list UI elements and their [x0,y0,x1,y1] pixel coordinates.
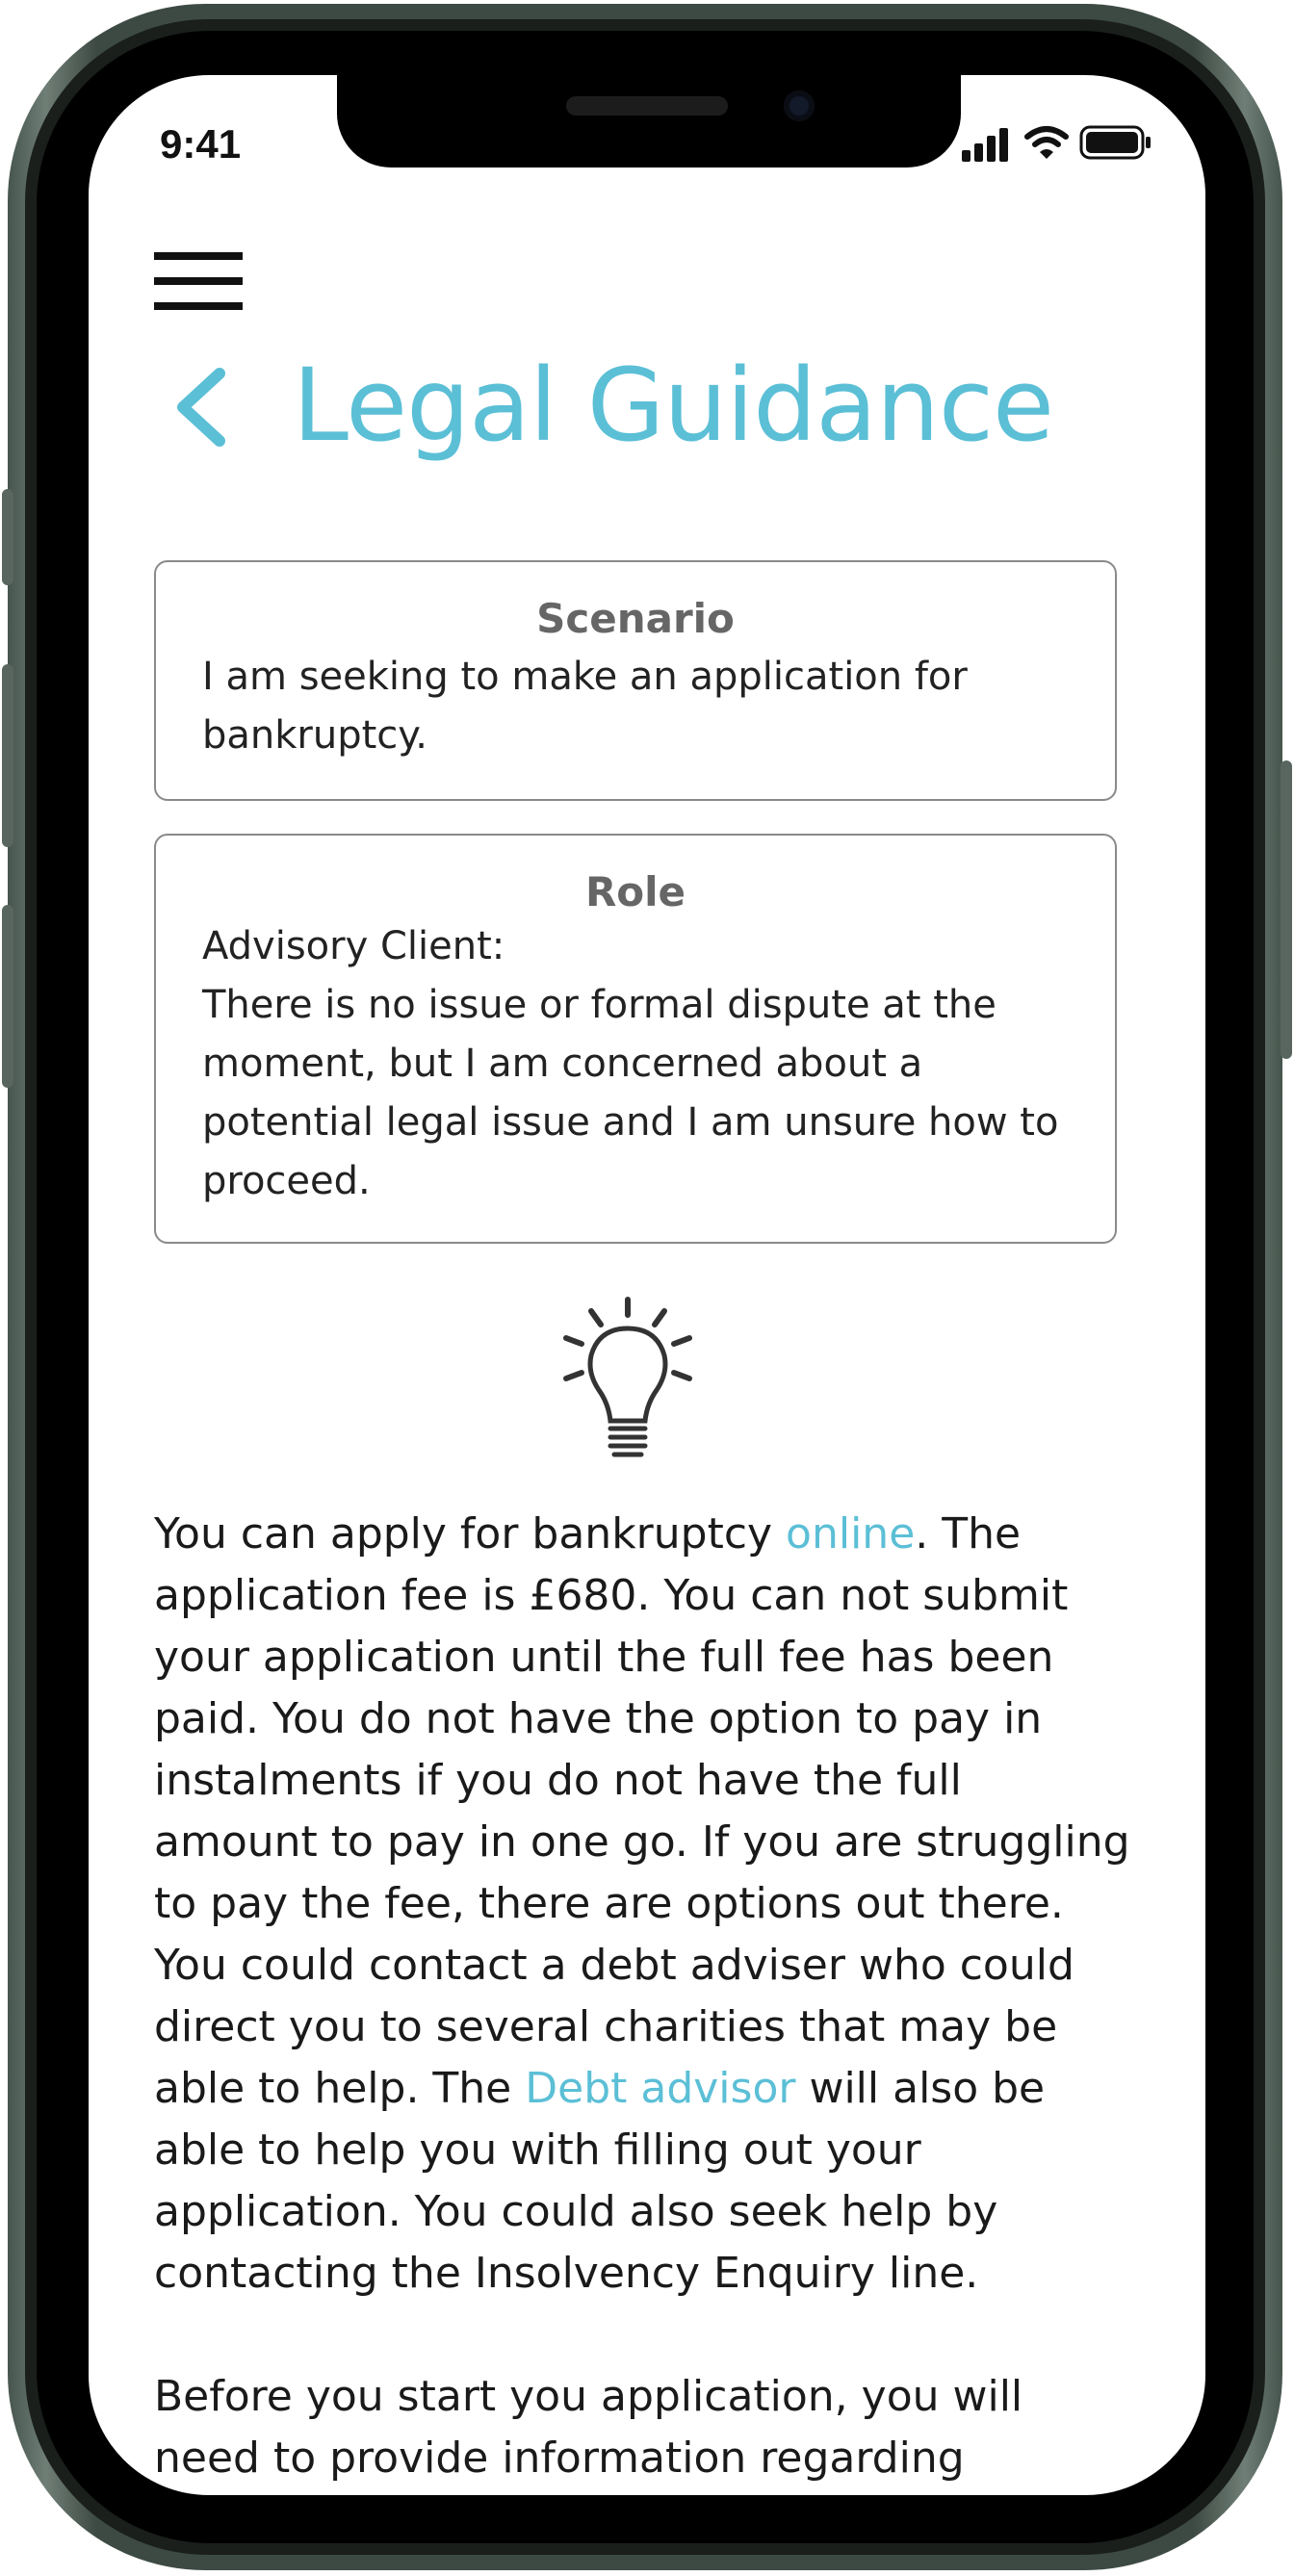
notch [337,75,961,167]
guidance-paragraph-2: Before you start you application, you wi… [154,2372,1023,2483]
battery-icon [1079,125,1151,160]
scenario-card: Scenario I am seeking to make an applica… [154,560,1117,801]
debt-advisor-link[interactable]: Debt advisor [525,2064,795,2113]
volume-down-button [2,905,13,1088]
online-link[interactable]: online [786,1509,915,1558]
lightbulb-icon [563,1297,692,1457]
scenario-card-title: Scenario [536,595,735,642]
status-icons [960,125,1152,164]
role-card-body: Advisory Client: There is no issue or fo… [202,924,1059,1203]
guidance-paragraph-1: You can apply for bankruptcy online. The… [154,1509,1130,2298]
wifi-icon [1024,126,1069,159]
scenario-card-body: I am seeking to make an application for … [202,655,968,758]
silent-switch [2,489,13,585]
front-camera [784,90,815,121]
page-title: Legal Guidance [293,347,1054,464]
speaker-grille [566,96,728,116]
hamburger-menu-icon[interactable] [154,252,243,312]
power-button [1281,760,1292,1059]
role-card: Role Advisory Client: There is no issue … [154,834,1117,1244]
status-time: 9:41 [160,121,242,167]
role-card-title: Role [584,868,686,915]
guidance-text: You can apply for bankruptcy online. The… [154,1504,1136,2489]
chevron-left-icon[interactable] [169,366,237,449]
app-screen: 9:41 Legal Guidance Scenario I am seekin… [89,75,1205,2495]
volume-up-button [2,664,13,847]
signal-icon [962,128,1008,162]
